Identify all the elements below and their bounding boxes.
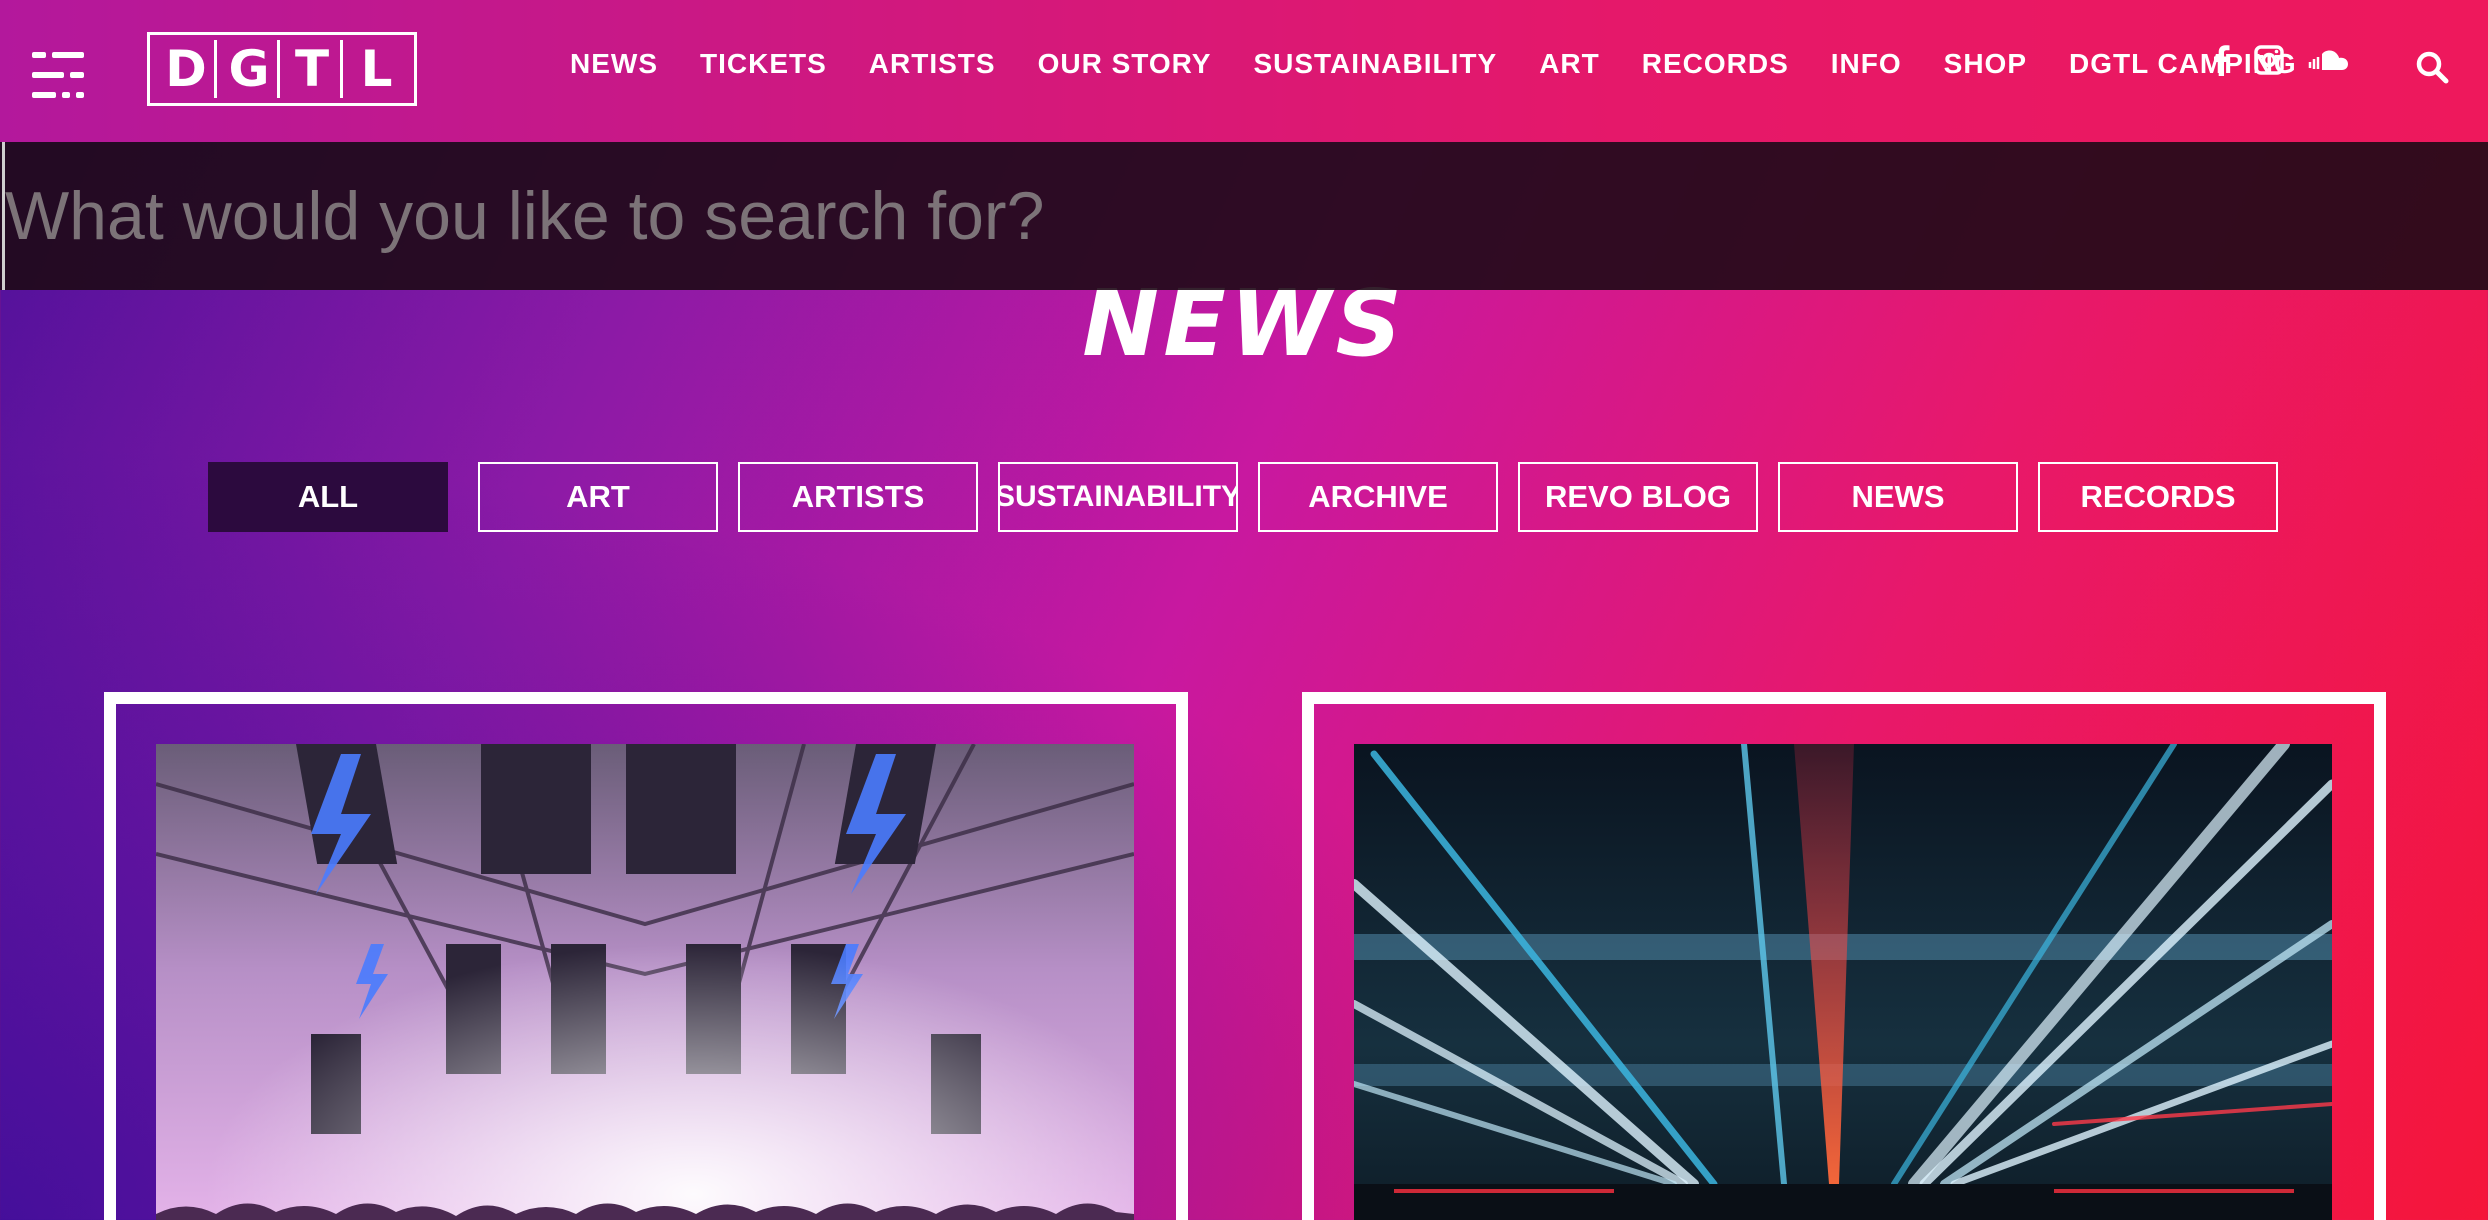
social-links xyxy=(2212,44,2350,76)
filter-art[interactable]: ART xyxy=(478,462,718,532)
nav-artists[interactable]: ARTISTS xyxy=(869,48,996,80)
news-card[interactable] xyxy=(1302,692,2386,1220)
logo-letter: G xyxy=(222,40,280,98)
nav-shop[interactable]: SHOP xyxy=(1944,48,2027,80)
nav-records[interactable]: RECORDS xyxy=(1642,48,1789,80)
search-input[interactable] xyxy=(2,142,2402,290)
filter-news[interactable]: NEWS xyxy=(1778,462,2018,532)
nav-sustainability[interactable]: SUSTAINABILITY xyxy=(1253,48,1497,80)
logo-letter: T xyxy=(285,40,343,98)
news-card-image xyxy=(1354,744,2332,1220)
filter-archive[interactable]: ARCHIVE xyxy=(1258,462,1498,532)
search-overlay xyxy=(0,142,2488,290)
filter-revo-blog[interactable]: REVO BLOG xyxy=(1518,462,1758,532)
search-icon[interactable] xyxy=(2415,50,2449,84)
site-header: D G T L NEWS TICKETS ARTISTS OUR STORY S… xyxy=(0,0,2488,142)
news-card[interactable] xyxy=(104,692,1188,1220)
nav-our-story[interactable]: OUR STORY xyxy=(1038,48,1212,80)
logo-letter: D xyxy=(159,40,217,98)
filter-records[interactable]: RECORDS xyxy=(2038,462,2278,532)
dgtl-logo[interactable]: D G T L xyxy=(147,32,417,106)
menu-icon[interactable] xyxy=(32,52,84,98)
logo-letter: L xyxy=(360,40,393,98)
soundcloud-icon[interactable] xyxy=(2308,48,2350,72)
news-card-image xyxy=(156,744,1134,1220)
filter-artists[interactable]: ARTISTS xyxy=(738,462,978,532)
main-nav: NEWS TICKETS ARTISTS OUR STORY SUSTAINAB… xyxy=(570,48,2339,80)
nav-news[interactable]: NEWS xyxy=(570,48,658,80)
nav-info[interactable]: INFO xyxy=(1831,48,1902,80)
facebook-icon[interactable] xyxy=(2212,44,2230,76)
nav-art[interactable]: ART xyxy=(1539,48,1600,80)
instagram-icon[interactable] xyxy=(2254,45,2284,75)
nav-tickets[interactable]: TICKETS xyxy=(700,48,827,80)
filter-all[interactable]: ALL xyxy=(208,462,448,532)
filter-sustainability[interactable]: SUSTAINABILITY xyxy=(998,462,1238,532)
